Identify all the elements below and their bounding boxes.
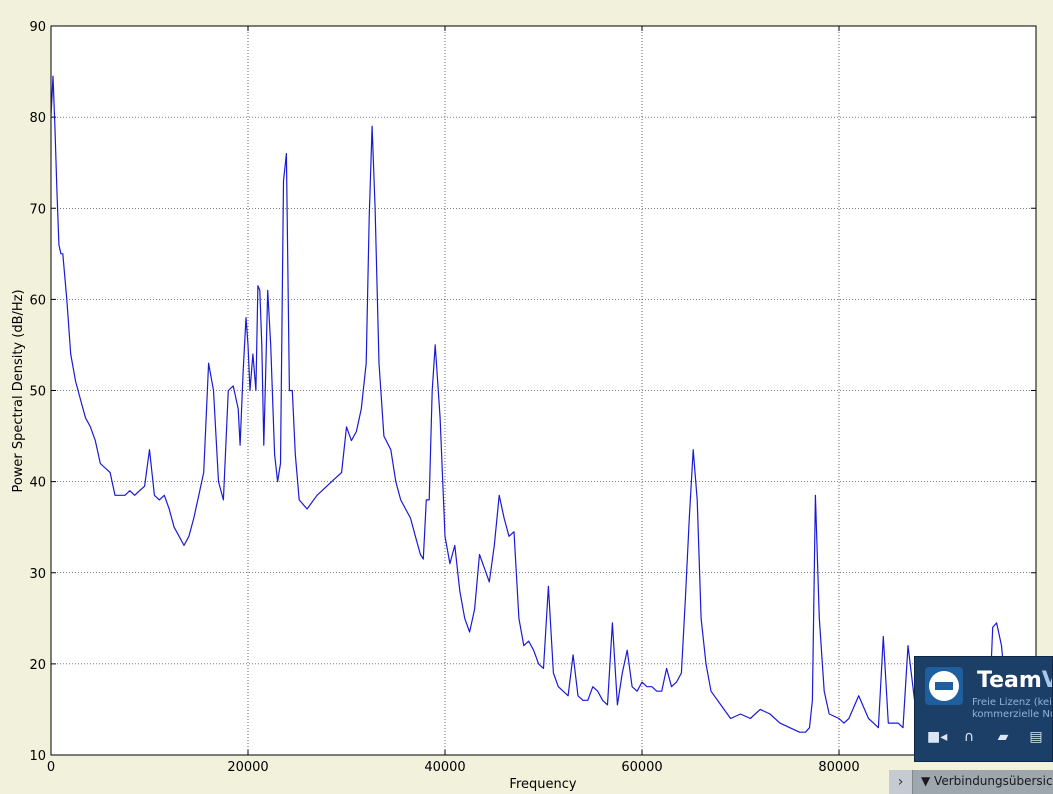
x-tick-label-0: 0 [47, 760, 55, 775]
license-text-line2: kommerzielle Nu [972, 709, 1053, 720]
x-tick-label-4: 80000 [818, 760, 859, 775]
y-tick-label-5: 60 [29, 293, 46, 308]
connection-overview-bar[interactable]: › ▼ Verbindungsübersic [889, 770, 1053, 794]
x-tick-labels: 0 20000 40000 60000 80000 [47, 760, 860, 775]
teamviewer-name-light: Vi [1042, 668, 1052, 693]
logo-arrow [935, 682, 953, 690]
y-tick-label-7: 80 [29, 111, 46, 126]
license-text-line1: Freie Lizenz (kei [972, 697, 1052, 708]
y-tick-label-0: 10 [29, 749, 46, 764]
teamviewer-panel: TeamVi Freie Lizenz (kei kommerzielle Nu… [914, 656, 1053, 762]
teamviewer-logo-icon [925, 667, 963, 705]
y-tick-label-2: 30 [29, 567, 46, 582]
y-tick-label-3: 40 [29, 476, 46, 491]
psd-chart: 0 20000 40000 60000 80000 10 20 30 40 50 60 70 80 90… [11, 20, 1037, 792]
teamviewer-name: TeamVi [977, 668, 1052, 693]
files-icon[interactable]: ▤ [1027, 729, 1045, 745]
y-tick-label-8: 90 [29, 20, 46, 35]
teamviewer-name-bold: Team [977, 668, 1042, 693]
y-tick-label-4: 50 [29, 385, 46, 400]
video-icon[interactable]: ■◂ [927, 729, 947, 745]
y-tick-labels: 10 20 30 40 50 60 70 80 90 [29, 20, 46, 764]
y-tick-label-6: 70 [29, 202, 46, 217]
connection-overview-label[interactable]: ▼ Verbindungsübersic [921, 774, 1053, 788]
y-tick-label-1: 20 [29, 658, 46, 673]
expand-arrow-icon[interactable]: › [889, 770, 913, 794]
x-axis-label: Frequency [509, 777, 576, 792]
logo-circle [929, 671, 959, 701]
chat-icon[interactable]: ▰ [994, 729, 1012, 745]
x-tick-label-3: 60000 [621, 760, 662, 775]
x-tick-label-2: 40000 [424, 760, 465, 775]
y-axis-label: Power Spectral Density (dB/Hz) [11, 289, 26, 492]
headset-icon[interactable]: ∩ [960, 729, 978, 745]
x-tick-label-1: 20000 [227, 760, 268, 775]
